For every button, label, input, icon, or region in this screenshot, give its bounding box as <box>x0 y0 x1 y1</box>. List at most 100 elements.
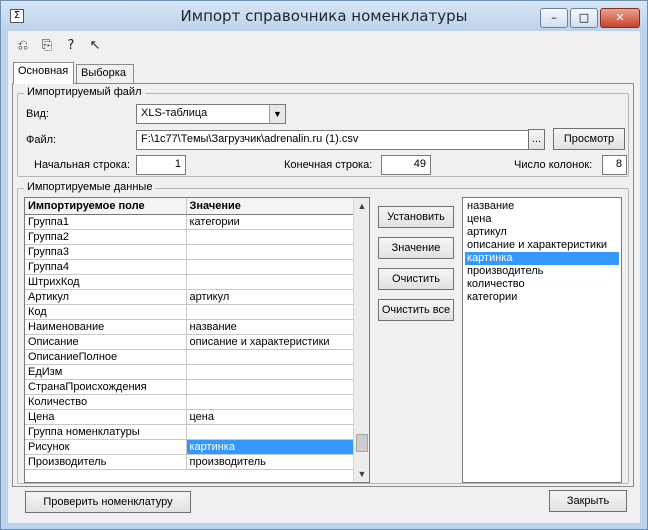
list-item[interactable]: количество <box>465 278 619 291</box>
value-cell[interactable] <box>186 229 356 245</box>
list-item[interactable]: цена <box>465 213 619 226</box>
column-header-value[interactable]: Значение <box>186 198 356 215</box>
close-window-button[interactable]: ✕ <box>600 8 640 28</box>
scroll-down-icon[interactable]: ▼ <box>354 466 369 482</box>
table-row[interactable]: Количество <box>25 394 356 410</box>
value-cell[interactable] <box>186 364 356 380</box>
maximize-button[interactable]: □ <box>570 8 598 28</box>
table-row[interactable]: Производитель производитель <box>25 454 356 470</box>
value-cell[interactable] <box>186 394 356 410</box>
clear-all-button[interactable]: Очистить все <box>378 299 454 321</box>
close-button[interactable]: Закрыть <box>549 490 627 512</box>
grid-header-row: Импортируемое поле Значение <box>25 198 356 215</box>
value-button[interactable]: Значение <box>378 237 454 259</box>
table-row[interactable]: Группа номенклатуры <box>25 424 356 440</box>
table-row[interactable]: СтранаПроисхождения <box>25 379 356 395</box>
columns-count-label: Число колонок: <box>514 159 593 171</box>
field-cell[interactable]: Цена <box>25 409 187 425</box>
table-row[interactable]: Группа2 <box>25 229 356 245</box>
value-cell[interactable]: название <box>186 319 356 335</box>
field-cell[interactable]: Код <box>25 304 187 320</box>
value-cell[interactable]: картинка <box>186 439 356 455</box>
table-row[interactable]: ОписаниеПолное <box>25 349 356 365</box>
list-item[interactable]: описание и характеристики <box>465 239 619 252</box>
field-cell[interactable]: Артикул <box>25 289 187 305</box>
file-group-legend: Импортируемый файл <box>24 86 145 98</box>
field-cell[interactable]: Группа4 <box>25 259 187 275</box>
list-item[interactable]: артикул <box>465 226 619 239</box>
help-icon[interactable]: ? <box>62 37 80 55</box>
value-cell[interactable] <box>186 379 356 395</box>
value-cell[interactable] <box>186 349 356 365</box>
scroll-up-icon[interactable]: ▲ <box>354 198 369 214</box>
list-item[interactable]: производитель <box>465 265 619 278</box>
client-area: ⎌ ⎘ ? ↖ Основная Выборка Импортируемый ф… <box>8 31 640 523</box>
value-cell[interactable]: описание и характеристики <box>186 334 356 350</box>
table-row[interactable]: ШтрихКод <box>25 274 356 290</box>
tab-selection[interactable]: Выборка <box>76 64 134 83</box>
table-row[interactable]: Группа1 категории <box>25 214 356 230</box>
value-cell[interactable]: категории <box>186 214 356 230</box>
end-row-input[interactable]: 49 <box>381 155 431 175</box>
table-row[interactable]: Группа3 <box>25 244 356 260</box>
grid-scrollbar[interactable]: ▲ ▼ <box>353 198 369 482</box>
field-cell[interactable]: Описание <box>25 334 187 350</box>
field-cell[interactable]: Наименование <box>25 319 187 335</box>
field-cell[interactable]: Группа1 <box>25 214 187 230</box>
set-button[interactable]: Установить <box>378 206 454 228</box>
value-cell[interactable]: цена <box>186 409 356 425</box>
field-cell[interactable]: Рисунок <box>25 439 187 455</box>
scroll-thumb[interactable] <box>356 434 368 452</box>
table-row[interactable]: Наименование название <box>25 319 356 335</box>
field-cell[interactable]: Группа2 <box>25 229 187 245</box>
field-cell[interactable]: СтранаПроисхождения <box>25 379 187 395</box>
value-cell[interactable] <box>186 259 356 275</box>
clear-button[interactable]: Очистить <box>378 268 454 290</box>
open-icon[interactable]: ⎌ <box>14 37 32 55</box>
table-row[interactable]: ЕдИзм <box>25 364 356 380</box>
table-row[interactable]: Рисунок картинка <box>25 439 356 455</box>
start-row-input[interactable]: 1 <box>136 155 186 175</box>
table-row[interactable]: Код <box>25 304 356 320</box>
table-row[interactable]: Цена цена <box>25 409 356 425</box>
list-item[interactable]: название <box>465 200 619 213</box>
table-row[interactable]: Описание описание и характеристики <box>25 334 356 350</box>
table-row[interactable]: Группа4 <box>25 259 356 275</box>
browse-button[interactable]: ... <box>528 129 545 150</box>
field-cell[interactable]: ОписаниеПолное <box>25 349 187 365</box>
list-item[interactable]: категории <box>465 291 619 304</box>
type-select[interactable]: XLS-таблица ▼ <box>136 104 286 124</box>
field-cell[interactable]: Количество <box>25 394 187 410</box>
file-group: Импортируемый файл Вид: XLS-таблица ▼ Фа… <box>17 86 629 177</box>
context-help-icon[interactable]: ↖ <box>86 37 104 55</box>
minimize-button[interactable]: – <box>540 8 568 28</box>
save-icon[interactable]: ⎘ <box>38 37 56 55</box>
field-cell[interactable]: Группа3 <box>25 244 187 260</box>
field-cell[interactable]: Группа номенклатуры <box>25 424 187 440</box>
table-row[interactable]: Артикул артикул <box>25 289 356 305</box>
preview-button[interactable]: Просмотр <box>553 128 625 150</box>
value-cell[interactable] <box>186 274 356 290</box>
value-cell[interactable] <box>186 424 356 440</box>
toolbar: ⎌ ⎘ ? ↖ <box>8 31 640 59</box>
tab-page-main: Импортируемый файл Вид: XLS-таблица ▼ Фа… <box>12 83 634 487</box>
file-path-input[interactable]: F:\1c77\Темы\Загрузчик\adrenalin.ru (1).… <box>136 130 529 150</box>
value-cell[interactable]: артикул <box>186 289 356 305</box>
file-label: Файл: <box>26 134 57 146</box>
field-cell[interactable]: ЕдИзм <box>25 364 187 380</box>
type-select-value: XLS-таблица <box>141 107 208 119</box>
field-cell[interactable]: ШтрихКод <box>25 274 187 290</box>
columns-count-input[interactable]: 8 <box>602 155 627 175</box>
title-bar[interactable]: Σ Импорт справочника номенклатуры – □ ✕ <box>1 1 647 31</box>
mapping-grid[interactable]: Импортируемое поле Значение Группа1 катег… <box>24 197 370 483</box>
value-cell[interactable] <box>186 304 356 320</box>
column-header-field[interactable]: Импортируемое поле <box>25 198 187 215</box>
value-cell[interactable]: производитель <box>186 454 356 470</box>
list-item[interactable]: картинка <box>465 252 619 265</box>
field-cell[interactable]: Производитель <box>25 454 187 470</box>
check-nomenclature-button[interactable]: Проверить номенклатуру <box>25 491 191 513</box>
tab-main[interactable]: Основная <box>13 62 74 84</box>
value-cell[interactable] <box>186 244 356 260</box>
source-columns-list[interactable]: название цена артикул описание и характерис… <box>462 197 622 483</box>
chevron-down-icon[interactable]: ▼ <box>269 105 285 123</box>
